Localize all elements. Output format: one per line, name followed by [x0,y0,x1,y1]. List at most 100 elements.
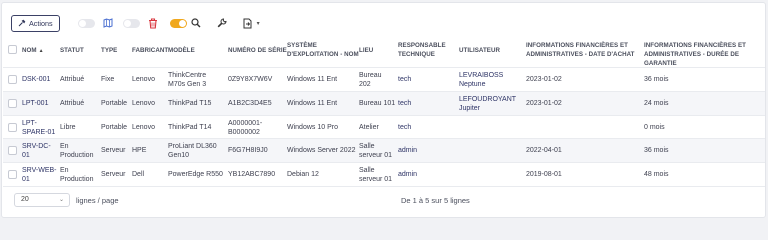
cell-nom[interactable]: SRV-WEB- 01 [22,166,57,184]
column-header-numero-serie[interactable]: NUMÉRO DE SÉRIE [228,46,287,55]
table-row: LPT- SPARE-01 Libre Portable Lenovo ThinkPad … [3,116,765,139]
toggle-2[interactable] [122,18,140,28]
cell-garantie: 0 mois [644,124,665,131]
cell-type: Serveur [101,171,126,178]
column-header-modele[interactable]: MODÈLE [168,46,195,55]
cell-date-achat: 2023-01-02 [526,100,562,107]
table-footer: 20 ⌄ lignes / page De 1 à 5 sur 5 lignes [2,189,765,215]
map-icon[interactable] [101,16,115,30]
cell-numero-serie: A1B2C3D4E5 [228,100,272,107]
cell-fabricant: Lenovo [132,100,155,107]
cell-modele: ThinkCentre M70s Gen 3 [168,72,207,88]
cell-type: Serveur [101,147,126,154]
column-header-utilisateur[interactable]: UTILISATEUR [459,46,500,55]
cell-statut: Attribué [60,100,85,107]
cell-lieu: Salle serveur 01 [359,167,393,183]
cell-os: Debian 12 [287,171,319,178]
chevron-down-icon[interactable]: ▾ [257,20,260,27]
row-checkbox[interactable] [8,123,17,132]
actions-icon [18,19,26,27]
cell-statut: En Production [60,143,94,159]
row-checkbox[interactable] [8,75,17,84]
table-header: NOM ▲ STATUT TYPE FABRICANT MODÈLE NUMÉRO… [3,37,765,68]
cell-statut: En Production [60,167,94,183]
cell-statut: Attribué [60,76,85,83]
cell-responsable[interactable]: tech [398,123,411,132]
cell-nom[interactable]: SRV-DC- 01 [22,142,51,160]
chevron-down-icon: ⌄ [58,197,64,203]
cell-nom[interactable]: LPT- SPARE-01 [22,119,55,137]
column-header-statut[interactable]: STATUT [60,46,84,55]
cell-numero-serie: F6G7H8I9J0 [228,147,268,154]
cell-os: Windows 11 Ent [287,76,338,83]
cell-type: Portable [101,124,128,131]
cell-lieu: Salle serveur 01 [359,143,393,159]
cell-date-achat: 2023-01-02 [526,76,562,83]
cell-garantie: 36 mois [644,76,669,83]
cell-os: Windows 10 Pro [287,124,338,131]
cell-type: Fixe [101,76,115,83]
cell-numero-serie: 0Z9Y8X7W6V [228,76,273,83]
cell-garantie: 24 mois [644,100,669,107]
cell-responsable[interactable]: tech [398,99,411,108]
toolbar: Actions ▾ [11,11,260,35]
table-row: SRV-DC- 01 En Production Serveur HPE ProLiant … [3,139,765,163]
wrench-icon[interactable] [215,16,229,30]
search-icon[interactable] [189,16,203,30]
column-header-os[interactable]: SYSTÈME D'EXPLOITATION - NOM [287,41,359,59]
cell-utilisateur[interactable]: LEVRAIBOSS Neptune [459,71,503,89]
column-header-nom[interactable]: NOM ▲ [22,46,44,56]
actions-button[interactable]: Actions [11,14,60,32]
table-row: DSK-001 Attribué Fixe Lenovo ThinkCentre M70s… [3,68,765,92]
row-checkbox[interactable] [8,99,17,108]
column-header-type[interactable]: TYPE [101,46,117,55]
cell-lieu: Atelier [359,124,379,131]
trash-icon[interactable] [146,16,160,30]
select-all-checkbox[interactable] [8,45,17,54]
cell-modele: ThinkPad T14 [168,124,212,131]
page-size-select[interactable]: 20 ⌄ [14,193,70,207]
row-checkbox[interactable] [8,146,17,155]
lines-per-page-label: lignes / page [76,196,119,205]
export-icon[interactable] [241,16,255,30]
cell-date-achat: 2019-08-01 [526,171,562,178]
cell-fabricant: Lenovo [132,76,155,83]
cell-fabricant: Dell [132,171,145,178]
column-header-garantie[interactable]: INFORMATIONS FINANCIÈRES ET ADMINISTRATIV… [644,41,765,68]
cell-fabricant: HPE [132,147,147,154]
cell-statut: Libre [60,124,76,131]
cell-utilisateur[interactable]: LEFOUDROYANT Jupiter [459,95,516,113]
column-header-date-achat[interactable]: INFORMATIONS FINANCIÈRES ET ADMINISTRATIV… [526,41,635,59]
cell-responsable[interactable]: admin [398,170,417,179]
table-row: LPT-001 Attribué Portable Lenovo ThinkPad T1… [3,92,765,116]
main-panel: Actions ▾ NOM ▲ STATUT TYPE FABRICANT MO… [1,2,766,218]
cell-fabricant: Lenovo [132,124,155,131]
cell-modele: ThinkPad T15 [168,100,212,107]
toggle-3[interactable] [169,18,187,28]
cell-date-achat: 2022-04-01 [526,147,562,154]
cell-os: Windows Server 2022 [287,147,356,154]
toggle-1[interactable] [77,18,95,28]
column-header-lieu[interactable]: LIEU [359,46,373,55]
cell-responsable[interactable]: tech [398,75,411,84]
pagination-info: De 1 à 5 sur 5 lignes [401,196,470,205]
cell-numero-serie: A0000001- B0000002 [228,120,263,136]
assets-table: NOM ▲ STATUT TYPE FABRICANT MODÈLE NUMÉRO… [3,37,765,187]
cell-garantie: 36 mois [644,147,669,154]
column-header-fabricant[interactable]: FABRICANT [132,46,168,55]
column-header-responsable[interactable]: RESPONSABLE TECHNIQUE [398,41,446,59]
cell-modele: PowerEdge R550 [168,171,223,178]
cell-numero-serie: YB12ABC7890 [228,171,276,178]
cell-nom[interactable]: LPT-001 [22,99,48,108]
cell-responsable[interactable]: admin [398,146,417,155]
cell-lieu: Bureau 101 [359,100,396,107]
cell-nom[interactable]: DSK-001 [22,75,50,84]
row-checkbox[interactable] [8,170,17,179]
actions-label: Actions [29,18,53,28]
sort-asc-icon: ▲ [38,48,44,54]
cell-os: Windows 11 Ent [287,100,338,107]
cell-lieu: Bureau 202 [359,72,382,88]
table-row: SRV-WEB- 01 En Production Serveur Dell PowerEd… [3,163,765,187]
cell-modele: ProLiant DL360 Gen10 [168,143,217,159]
cell-type: Portable [101,100,128,107]
